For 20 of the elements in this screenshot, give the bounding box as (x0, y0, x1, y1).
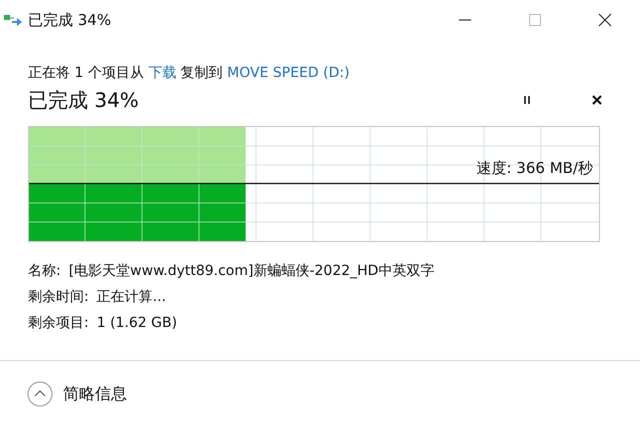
detail-value: 1 (1.62 GB) (96, 314, 178, 333)
window-title: 已完成 34% (28, 10, 112, 30)
details-toggle[interactable]: 简略信息 (27, 381, 127, 407)
minimize-icon (458, 19, 472, 21)
source-link[interactable]: 下载 (148, 65, 176, 81)
close-icon (591, 94, 603, 106)
detail-label: 名称: (28, 262, 61, 281)
progress-status: 已完成 34% (28, 86, 139, 114)
detail-value: [电影天堂www.dytt89.com]新蝙蝠侠-2022_HD中英双字 (68, 262, 434, 281)
detail-label: 剩余项目: (28, 314, 89, 333)
detail-value: 正在计算... (96, 288, 166, 307)
copy-description: 正在将 1 个项目从 下载 复制到 MOVE SPEED (D:) (28, 64, 351, 82)
copy-icon (4, 13, 22, 27)
chevron-up-icon (27, 381, 53, 407)
pause-icon (521, 94, 533, 106)
close-icon (598, 13, 612, 27)
speed-label: 速度: 366 MB/秒 (476, 159, 593, 178)
destination-link[interactable]: MOVE SPEED (D:) (227, 65, 350, 81)
detail-label: 剩余时间: (28, 288, 89, 307)
maximize-icon (528, 13, 542, 27)
